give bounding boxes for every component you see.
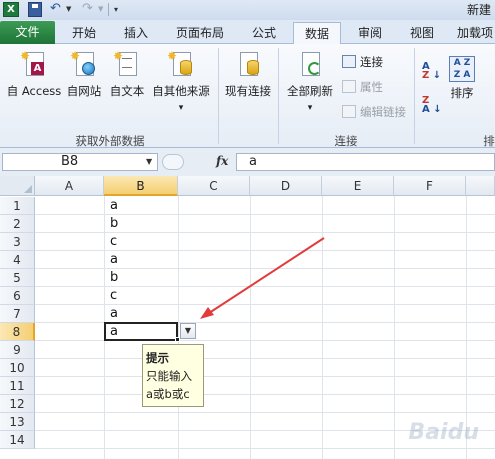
validation-dropdown-icon[interactable]: ▼ bbox=[180, 323, 196, 339]
properties-button[interactable]: 属性 bbox=[342, 79, 383, 95]
tab-data[interactable]: 数据 bbox=[293, 22, 341, 45]
tab-insert[interactable]: 插入 bbox=[114, 22, 158, 44]
tab-review[interactable]: 审阅 bbox=[348, 22, 392, 44]
tip-line-2: a或b或c bbox=[146, 387, 190, 401]
row-header-12[interactable]: 12 bbox=[0, 395, 35, 413]
excel-app-icon[interactable]: X bbox=[3, 2, 19, 17]
column-header-a[interactable]: A bbox=[35, 176, 104, 196]
group-divider bbox=[278, 48, 279, 144]
refresh-all-button[interactable]: 全部刷新 ▾ bbox=[284, 50, 336, 113]
ribbon-tabs: 文件 开始 插入 页面布局 公式 数据 审阅 视图 加载项 bbox=[0, 20, 495, 45]
tip-title: 提示 bbox=[146, 351, 169, 365]
undo-icon[interactable]: ↶ bbox=[50, 2, 64, 17]
column-header-e[interactable]: E bbox=[322, 176, 394, 196]
existing-connections-icon bbox=[234, 50, 262, 80]
from-access-button[interactable]: ✸ A 自 Access bbox=[4, 50, 64, 99]
watermark-logo: Baidu bbox=[408, 420, 479, 445]
worksheet-grid[interactable]: A B C D E F 1 2 3 4 5 6 7 8 9 10 11 12 1… bbox=[0, 176, 495, 459]
cell-b5[interactable]: b bbox=[108, 269, 118, 287]
edit-links-button[interactable]: 编辑链接 bbox=[342, 104, 406, 120]
ribbon-data: ✸ A 自 Access ✸ 自网站 ✸ 自文本 ✸ 自其他来源 ▾ 获取外部数据… bbox=[0, 44, 495, 148]
formula-input[interactable]: a bbox=[236, 153, 495, 171]
formula-bar: B8 ▼ fx a bbox=[0, 148, 495, 176]
access-icon: ✸ A bbox=[20, 50, 48, 80]
row-header-11[interactable]: 11 bbox=[0, 377, 35, 395]
row-header-5[interactable]: 5 bbox=[0, 269, 35, 287]
row-header-2[interactable]: 2 bbox=[0, 215, 35, 233]
from-web-button[interactable]: ✸ 自网站 bbox=[64, 50, 104, 99]
group-divider bbox=[414, 48, 415, 144]
refresh-icon bbox=[296, 50, 324, 80]
row-header-13[interactable]: 13 bbox=[0, 413, 35, 431]
tab-home[interactable]: 开始 bbox=[62, 22, 106, 44]
tab-addins[interactable]: 加载项 bbox=[452, 22, 495, 44]
column-header-b[interactable]: B bbox=[104, 176, 178, 196]
tip-line-1: 只能输入 bbox=[146, 369, 192, 383]
select-all-corner[interactable] bbox=[0, 176, 35, 196]
connections-button[interactable]: 连接 bbox=[342, 54, 383, 70]
cell-b1[interactable]: a bbox=[108, 197, 118, 215]
from-other-sources-button[interactable]: ✸ 自其他来源 ▾ bbox=[150, 50, 212, 113]
from-text-button[interactable]: ✸ 自文本 bbox=[106, 50, 148, 99]
group-label-get-external-data: 获取外部数据 bbox=[75, 134, 145, 148]
group-label-connections: 连接 bbox=[334, 134, 358, 148]
text-file-icon: ✸ bbox=[113, 50, 141, 80]
web-icon: ✸ bbox=[70, 50, 98, 80]
row-header-8[interactable]: 8 bbox=[0, 323, 35, 341]
group-label-sort-partial: 排 bbox=[483, 134, 495, 148]
save-icon[interactable] bbox=[28, 2, 42, 17]
tab-page-layout[interactable]: 页面布局 bbox=[166, 22, 234, 44]
row-header-6[interactable]: 6 bbox=[0, 287, 35, 305]
tab-view[interactable]: 视图 bbox=[400, 22, 444, 44]
cell-b3[interactable]: c bbox=[108, 233, 117, 251]
column-header-d[interactable]: D bbox=[250, 176, 322, 196]
group-divider bbox=[218, 48, 219, 144]
row-header-1[interactable]: 1 bbox=[0, 197, 35, 215]
sort-icon: A ZZ A bbox=[449, 56, 475, 82]
other-sources-icon: ✸ bbox=[167, 50, 195, 80]
row-header-4[interactable]: 4 bbox=[0, 251, 35, 269]
column-header-c[interactable]: C bbox=[178, 176, 250, 196]
existing-connections-button[interactable]: 现有连接 bbox=[222, 50, 274, 99]
redo-icon[interactable]: ↷ bbox=[82, 2, 96, 17]
row-header-9[interactable]: 9 bbox=[0, 341, 35, 359]
undo-dropdown-icon[interactable]: ▼ bbox=[66, 2, 74, 17]
column-header-partial[interactable] bbox=[466, 176, 495, 196]
customize-toolbar-icon[interactable]: ▾ bbox=[114, 2, 124, 17]
row-header-14[interactable]: 14 bbox=[0, 431, 35, 449]
row-header-3[interactable]: 3 bbox=[0, 233, 35, 251]
quick-access-toolbar: X ↶ ▼ ↷ ▼ ▾ 新建 bbox=[0, 0, 495, 20]
redo-dropdown-icon[interactable]: ▼ bbox=[98, 2, 106, 17]
toolbar-divider bbox=[108, 3, 109, 16]
sort-descending-icon[interactable]: ZA ↓ bbox=[422, 96, 442, 115]
cell-b2[interactable]: b bbox=[108, 215, 118, 233]
insert-function-icon[interactable]: fx bbox=[216, 154, 228, 168]
cell-b4[interactable]: a bbox=[108, 251, 118, 269]
window-title: 新建 bbox=[466, 3, 491, 17]
name-box[interactable]: B8 bbox=[2, 153, 158, 171]
annotation-arrow bbox=[200, 237, 325, 319]
cell-b6[interactable]: c bbox=[108, 287, 117, 305]
row-header-10[interactable]: 10 bbox=[0, 359, 35, 377]
tab-formulas[interactable]: 公式 bbox=[242, 22, 286, 44]
link-icon bbox=[342, 105, 356, 118]
cell-b7[interactable]: a bbox=[108, 305, 118, 323]
name-box-dropdown-icon[interactable]: ▼ bbox=[146, 157, 152, 166]
column-header-f[interactable]: F bbox=[394, 176, 466, 196]
row-header-7[interactable]: 7 bbox=[0, 305, 35, 323]
sort-ascending-icon[interactable]: AZ ↓ bbox=[422, 62, 441, 81]
properties-icon bbox=[342, 80, 356, 93]
active-cell-border[interactable] bbox=[104, 322, 178, 341]
connections-icon bbox=[342, 55, 356, 68]
formula-bar-splitter[interactable] bbox=[162, 154, 184, 170]
tab-file[interactable]: 文件 bbox=[0, 21, 55, 44]
sort-button[interactable]: A ZZ A 排序 bbox=[444, 56, 480, 101]
validation-input-message: 提示 只能输入 a或b或c bbox=[142, 344, 204, 407]
